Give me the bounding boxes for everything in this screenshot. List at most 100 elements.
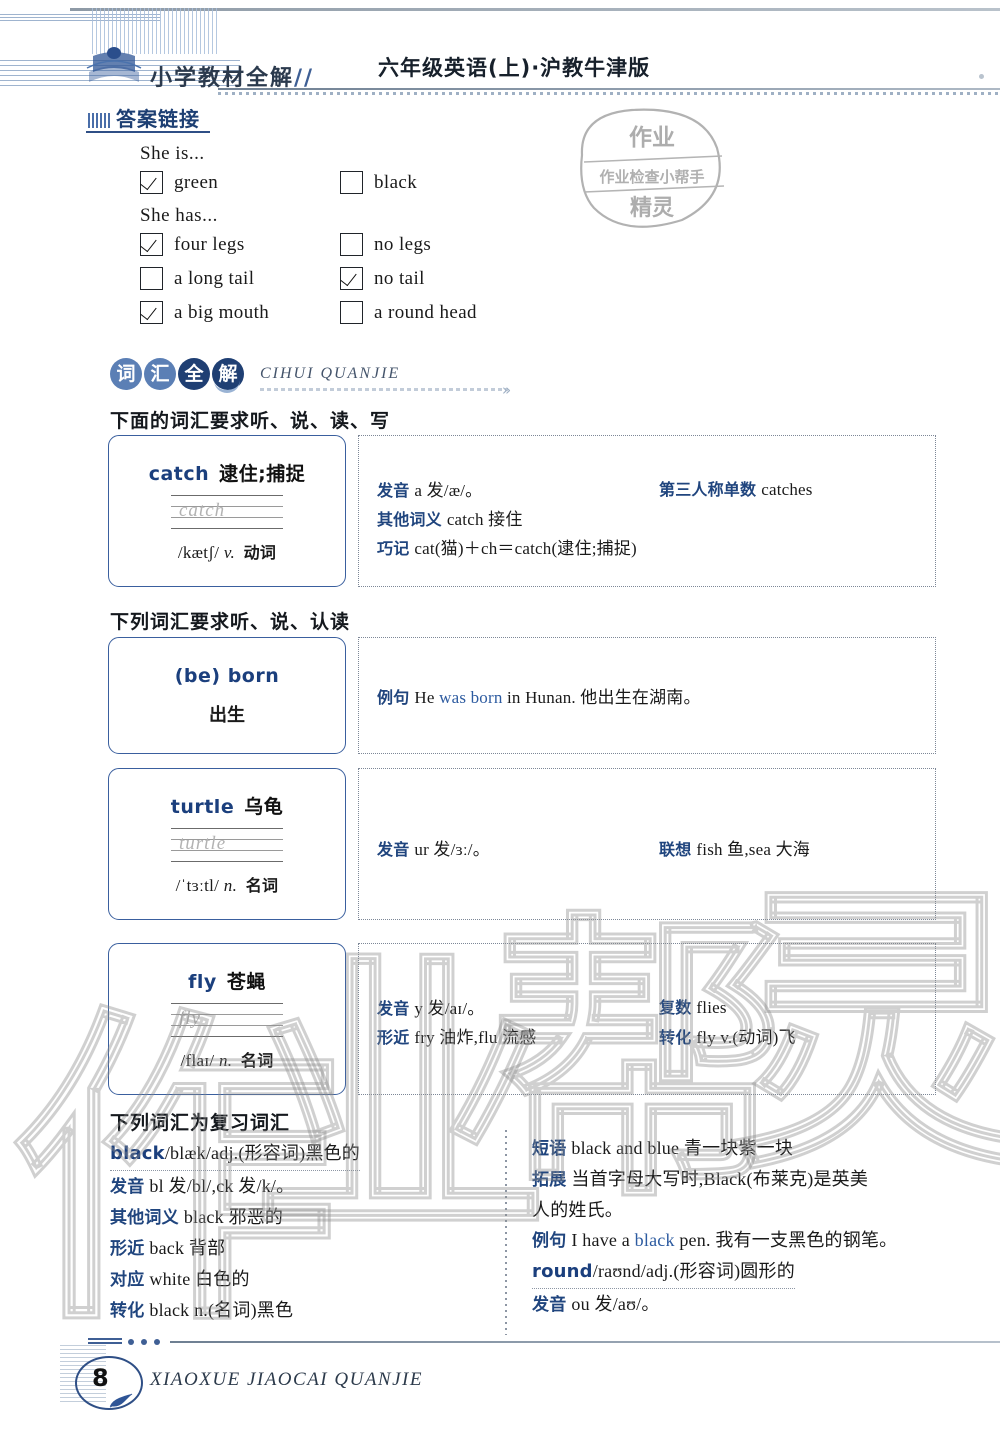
note-key: 巧记	[377, 539, 410, 558]
checkbox-green[interactable]	[140, 171, 163, 194]
note-highlight: was born	[439, 688, 503, 707]
checkbox-option-no-tail[interactable]: no tail	[340, 267, 540, 290]
handwriting-practice-lines: catch	[171, 495, 283, 529]
phonetic-text: /ˈtɜːtl/	[175, 876, 220, 895]
footer-text: XIAOXUE JIAOCAI QUANJIE	[150, 1369, 423, 1390]
checkbox-a-round-head[interactable]	[340, 301, 363, 324]
word-meaning: 苍蝇	[226, 971, 266, 993]
word-card-catch: catch 逮住;捕捉 catch /kætʃ/ v. 动词	[108, 435, 346, 587]
review-line: 对应 white 白色的	[110, 1264, 500, 1295]
phonetic-text: /kætʃ/	[177, 543, 220, 562]
checkbox-black[interactable]	[340, 171, 363, 194]
checkbox-option-black[interactable]: black	[340, 171, 540, 194]
handwriting-practice-lines: turtle	[171, 828, 283, 862]
answer-section-header: 答案链接	[86, 103, 210, 133]
note-text: He	[414, 688, 440, 707]
review-line-example: 例句 I have a black pen. 我有一支黑色的钢笔。	[532, 1225, 952, 1256]
review-highlight: black	[634, 1230, 675, 1250]
checkbox-option-a-big-mouth[interactable]: a big mouth	[140, 301, 340, 324]
review-key: 短语	[532, 1139, 567, 1159]
checkbox-row: green black	[140, 171, 620, 194]
footer-stripe-decoration	[88, 1338, 122, 1346]
word-card-heading: fly 苍蝇	[188, 967, 266, 994]
word-notes-catch: 发音 a 发/æ/。 第三人称单数 catches 其他词义 catch 接住 巧记 c…	[358, 435, 936, 587]
review-text: 人的姓氏。	[532, 1200, 623, 1220]
note-text: y 发/aɪ/。	[414, 999, 485, 1018]
review-text: black and blue 青一块紫一块	[571, 1138, 794, 1158]
review-key: 对应	[110, 1270, 145, 1290]
banner-pinyin: CIHUI QUANJIE	[260, 365, 401, 382]
review-headword-line: round/raʊnd/adj.(形容词)圆形的	[532, 1256, 795, 1289]
part-of-speech-cn: 动词	[243, 543, 277, 562]
word-text: fly	[188, 971, 217, 993]
note-key: 形近	[377, 1028, 410, 1047]
review-key: 发音	[532, 1295, 567, 1315]
checkbox-option-a-long-tail[interactable]: a long tail	[140, 267, 340, 290]
header-corner-dot	[979, 74, 984, 79]
checkbox-label: a long tail	[174, 267, 255, 289]
word-phonetic: /kætʃ/ v. 动词	[178, 539, 276, 563]
checkbox-four-legs[interactable]	[140, 233, 163, 256]
note-pronunciation: 发音 a 发/æ/。	[377, 476, 482, 501]
checkbox-option-a-round-head[interactable]: a round head	[340, 301, 540, 324]
word-phonetic: /flaɪ/ n. 名词	[181, 1047, 274, 1071]
word-entry-turtle: turtle 乌龟 turtle /ˈtɜːtl/ n. 名词 发音 ur 发/ɜː…	[108, 768, 936, 920]
review-text: I have a	[571, 1230, 635, 1250]
note-text: fly v.(动词)飞	[696, 1028, 796, 1047]
note-text: a 发/æ/。	[414, 481, 483, 500]
note-text: cat(猫)＋ch＝catch(逮住;捕捉)	[414, 539, 637, 558]
checkbox-option-no-legs[interactable]: no legs	[340, 233, 540, 256]
review-key: 拓展	[532, 1170, 567, 1190]
header-dotted-divider	[218, 92, 1000, 95]
checkbox-option-green[interactable]: green	[140, 171, 340, 194]
review-line: 其他词义 black 邪恶的	[110, 1202, 500, 1233]
part-of-speech: n.	[218, 1051, 233, 1070]
word-notes-turtle: 发音 ur 发/ɜː/。 联想 fish 鱼,sea 大海	[358, 768, 936, 920]
review-text: white 白色的	[149, 1269, 250, 1289]
word-text: catch	[148, 463, 210, 485]
note-pronunciation: 发音 ur 发/ɜː/。	[377, 835, 490, 860]
note-text: ur 发/ɜː/。	[414, 840, 490, 859]
review-headword-rest: /raʊnd/adj.(形容词)圆形的	[592, 1261, 795, 1281]
word-notes-born: 例句 He was born in Hunan. 他出生在湖南。	[358, 637, 936, 754]
word-phonetic: /ˈtɜːtl/ n. 名词	[176, 872, 279, 896]
vocab-section-banner: 词汇全解 CIHUI QUANJIE »	[110, 358, 530, 399]
prompt-she-is: She is...	[140, 143, 205, 164]
word-card-heading: turtle 乌龟	[171, 792, 283, 819]
review-text: pen. 我有一支黑色的钢笔。	[674, 1230, 898, 1250]
phonetic-text: /flaɪ/	[180, 1051, 215, 1070]
checkbox-no-tail[interactable]	[340, 267, 363, 290]
footer-divider	[170, 1341, 1000, 1343]
note-association: 联想 fish 鱼,sea 大海	[659, 835, 810, 860]
word-meaning: 乌龟	[244, 796, 284, 818]
review-headword-line: black/blæk/adj.(形容词)黑色的	[110, 1138, 360, 1171]
checkbox-a-big-mouth[interactable]	[140, 301, 163, 324]
instruction-review: 下列词汇为复习词汇	[110, 1112, 291, 1134]
review-text: black 邪恶的	[183, 1207, 284, 1227]
review-key: 例句	[532, 1231, 567, 1251]
note-mnemonic: 巧记 cat(猫)＋ch＝catch(逮住;捕捉)	[377, 534, 637, 559]
word-card-turtle: turtle 乌龟 turtle /ˈtɜːtl/ n. 名词	[108, 768, 346, 920]
note-text: flies	[696, 998, 727, 1017]
handwriting-practice-lines: fly	[171, 1003, 283, 1037]
review-headword: black	[110, 1143, 165, 1164]
review-line: 发音 bl 发/bl/,ck 发/k/。	[110, 1171, 500, 1202]
checkbox-a-long-tail[interactable]	[140, 267, 163, 290]
review-text: black n.(名词)黑色	[149, 1300, 294, 1320]
checkbox-option-four-legs[interactable]: four legs	[140, 233, 340, 256]
prompt-she-has: She has...	[140, 205, 218, 226]
note-text: fish 鱼,sea 大海	[696, 840, 810, 859]
banner-tail-decoration	[260, 388, 508, 391]
instruction-recognize: 下列词汇要求听、说、认读	[110, 611, 351, 633]
note-key: 转化	[659, 1028, 692, 1047]
checkbox-label: a big mouth	[174, 301, 270, 323]
header-divider	[218, 88, 1000, 90]
checkbox-label: green	[174, 171, 219, 193]
answer-section-title: 答案链接	[116, 107, 200, 131]
review-text: bl 发/bl/,ck 发/k/。	[149, 1176, 295, 1196]
word-meaning: 出生	[209, 704, 245, 726]
note-key: 例句	[377, 688, 410, 707]
checkbox-no-legs[interactable]	[340, 233, 363, 256]
note-text: in Hunan. 他出生在湖南。	[502, 688, 701, 707]
review-headword: round	[532, 1261, 593, 1282]
